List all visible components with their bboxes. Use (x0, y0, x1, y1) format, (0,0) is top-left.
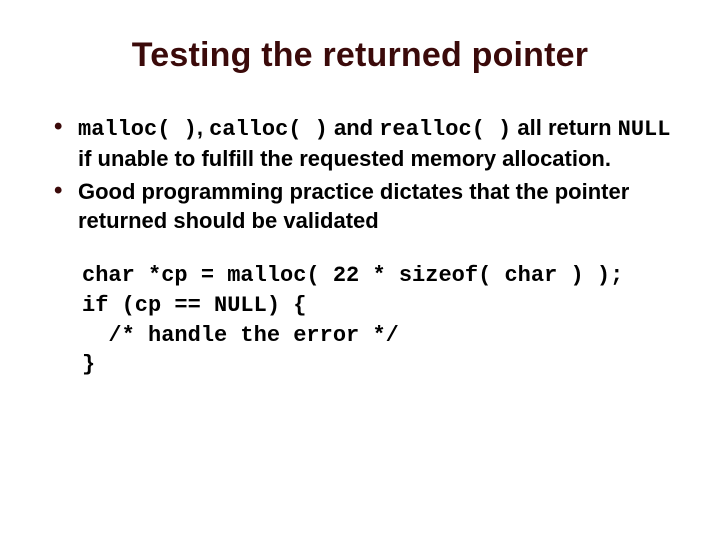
text-tail2: if unable to fulfill the requested memor… (78, 146, 611, 171)
bullet-item-2: Good programming practice dictates that … (50, 177, 674, 235)
text-sep1: , (197, 115, 209, 140)
slide-title: Testing the returned pointer (40, 36, 680, 75)
bullet-2-text: Good programming practice dictates that … (78, 179, 629, 233)
code-realloc: realloc( ) (379, 117, 511, 142)
code-malloc: malloc( ) (78, 117, 197, 142)
code-block: char *cp = malloc( 22 * sizeof( char ) )… (82, 261, 680, 380)
code-null: NULL (618, 117, 671, 142)
code-calloc: calloc( ) (209, 117, 328, 142)
bullet-item-1: malloc( ), calloc( ) and realloc( ) all … (50, 113, 674, 173)
text-tail1: all return (511, 115, 617, 140)
text-mid: and (328, 115, 379, 140)
bullet-list: malloc( ), calloc( ) and realloc( ) all … (40, 113, 680, 235)
